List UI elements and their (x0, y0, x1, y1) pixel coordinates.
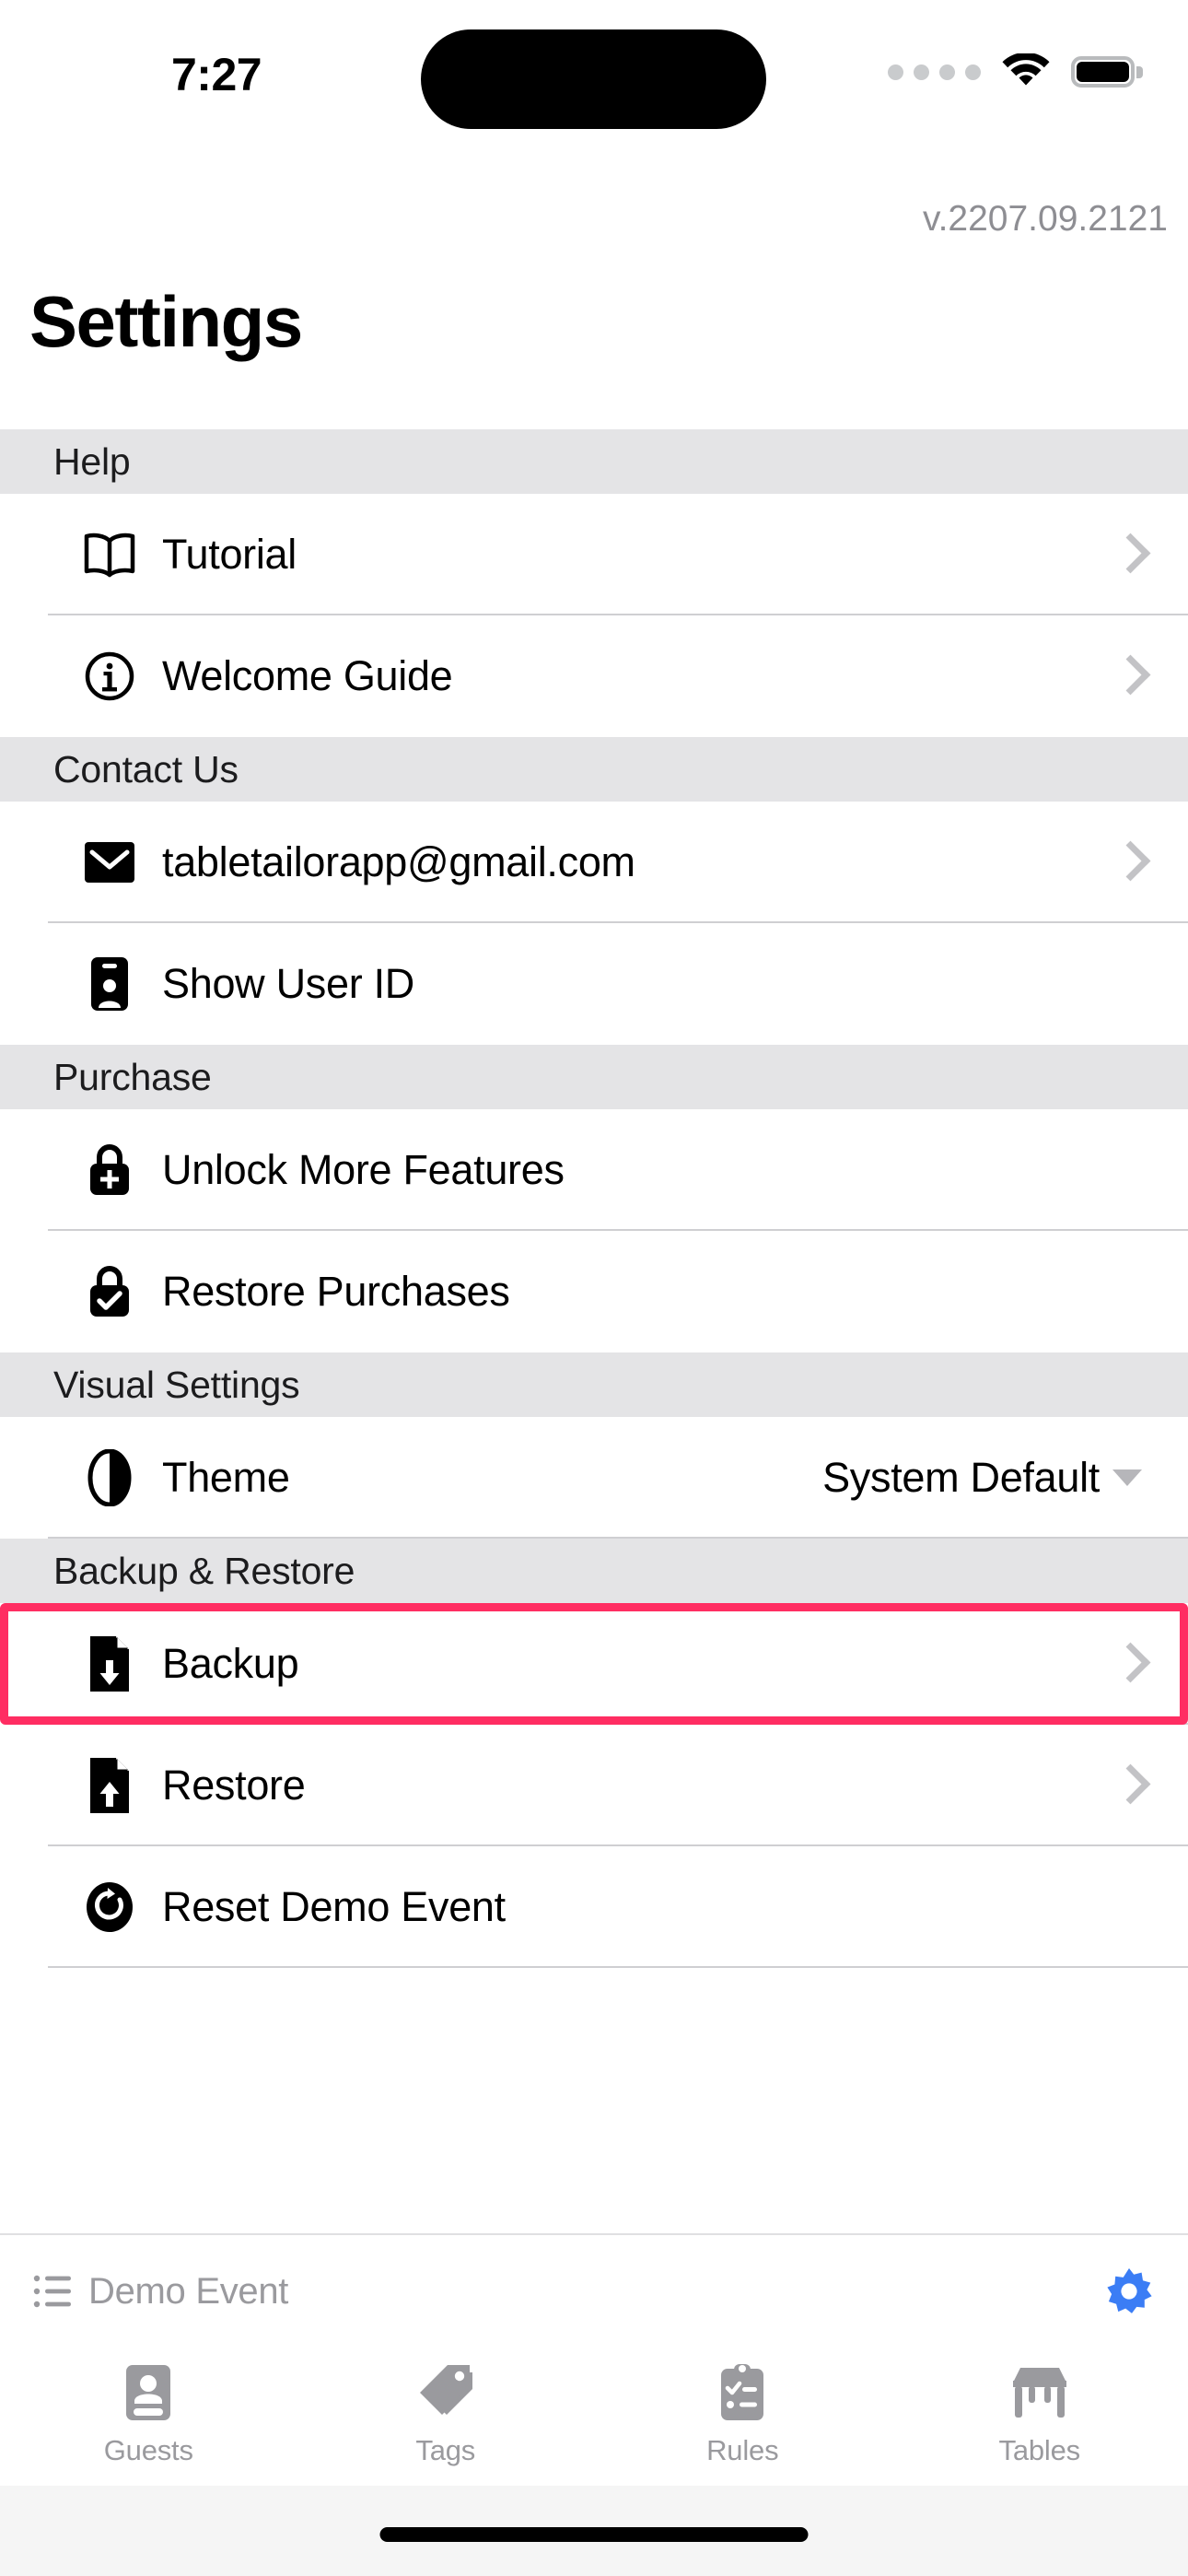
settings-row-email[interactable]: tabletailorapp@gmail.com (0, 802, 1188, 923)
settings-row-unlock-more-features[interactable]: Unlock More Features (0, 1109, 1188, 1231)
table-icon (1009, 2359, 1070, 2427)
tab-tags[interactable]: Tags (297, 2348, 595, 2486)
settings-row-restore-purchases[interactable]: Restore Purchases (0, 1231, 1188, 1352)
home-indicator[interactable] (379, 2527, 809, 2542)
settings-row-label: Reset Demo Event (162, 1883, 506, 1930)
settings-row-tutorial[interactable]: Tutorial (0, 494, 1188, 615)
wifi-icon (1002, 53, 1050, 86)
settings-row-show-user-id[interactable]: Show User ID (0, 923, 1188, 1045)
tab-rules[interactable]: Rules (594, 2348, 891, 2486)
settings-row-label: Show User ID (162, 960, 414, 1007)
dynamic-island (421, 29, 766, 129)
app-version-label: v.2207.09.2121 (922, 199, 1168, 239)
settings-row-label: Restore Purchases (162, 1268, 510, 1315)
current-event[interactable]: Demo Event (33, 2271, 288, 2313)
section-header-visual-settings: Visual Settings (0, 1352, 1188, 1417)
settings-row-label: Tutorial (162, 531, 297, 578)
status-bar-time: 7:27 (171, 49, 262, 100)
settings-row-reset-demo-event[interactable]: Reset Demo Event (0, 1846, 1188, 1968)
refresh-circle-icon (81, 1879, 138, 1936)
settings-row-theme[interactable]: Theme System Default (0, 1417, 1188, 1539)
tab-bar: Guests Tags Rules Tables (0, 2348, 1188, 2486)
section-header-contact-us: Contact Us (0, 737, 1188, 802)
settings-row-label: Welcome Guide (162, 652, 453, 699)
clipboard-check-icon (717, 2359, 767, 2427)
tab-label: Guests (103, 2434, 193, 2466)
chevron-down-icon[interactable] (1112, 1469, 1142, 1486)
settings-row-label: Restore (162, 1762, 306, 1809)
status-bar-indicators (888, 53, 1143, 90)
settings-row-label: Unlock More Features (162, 1146, 565, 1193)
page-title: Settings (29, 281, 303, 362)
chevron-right-icon (1114, 1643, 1138, 1685)
settings-row-label: Theme (162, 1454, 290, 1501)
info-circle-icon (81, 648, 138, 705)
battery-full-icon (1071, 56, 1143, 88)
lock-plus-icon (81, 1142, 138, 1199)
settings-row-backup[interactable]: Backup (0, 1603, 1188, 1725)
section-header-purchase: Purchase (0, 1045, 1188, 1109)
theme-value[interactable]: System Default (822, 1454, 1100, 1502)
section-header-help: Help (0, 429, 1188, 494)
envelope-icon (81, 834, 138, 891)
tab-label: Tags (415, 2434, 476, 2466)
half-circle-icon (81, 1449, 138, 1506)
tab-guests[interactable]: Guests (0, 2348, 297, 2486)
event-bar: Demo Event (0, 2233, 1188, 2348)
settings-row-label: Backup (162, 1640, 299, 1687)
chevron-right-icon (1114, 1764, 1138, 1807)
list-bullet-icon (33, 2275, 71, 2308)
id-card-icon (81, 955, 138, 1013)
event-name-label: Demo Event (88, 2270, 289, 2312)
lock-check-icon (81, 1263, 138, 1320)
contact-card-icon (122, 2359, 174, 2427)
settings-row-restore[interactable]: Restore (0, 1725, 1188, 1846)
file-download-icon (81, 1635, 138, 1692)
tab-label: Tables (998, 2434, 1081, 2466)
gear-icon[interactable] (1103, 2266, 1155, 2317)
settings-list: Help Tutorial Welcome Guide Contact Us t… (0, 429, 1188, 1968)
chevron-right-icon (1114, 655, 1138, 697)
status-bar: 7:27 (0, 0, 1188, 157)
settings-row-label: tabletailorapp@gmail.com (162, 838, 635, 885)
section-header-backup-restore: Backup & Restore (0, 1539, 1188, 1603)
home-indicator-area (0, 2486, 1188, 2576)
chevron-right-icon (1114, 841, 1138, 884)
chevron-right-icon (1114, 533, 1138, 576)
phone-screen: 7:27 v.2207.09.2121 Settings Help Tutori… (0, 0, 1188, 2576)
tab-tables[interactable]: Tables (891, 2348, 1188, 2486)
tab-label: Rules (706, 2434, 779, 2466)
book-icon (81, 526, 138, 583)
tag-icon (416, 2359, 475, 2427)
file-upload-icon (81, 1757, 138, 1814)
settings-row-welcome-guide[interactable]: Welcome Guide (0, 615, 1188, 737)
cellular-dots-icon (888, 64, 981, 80)
